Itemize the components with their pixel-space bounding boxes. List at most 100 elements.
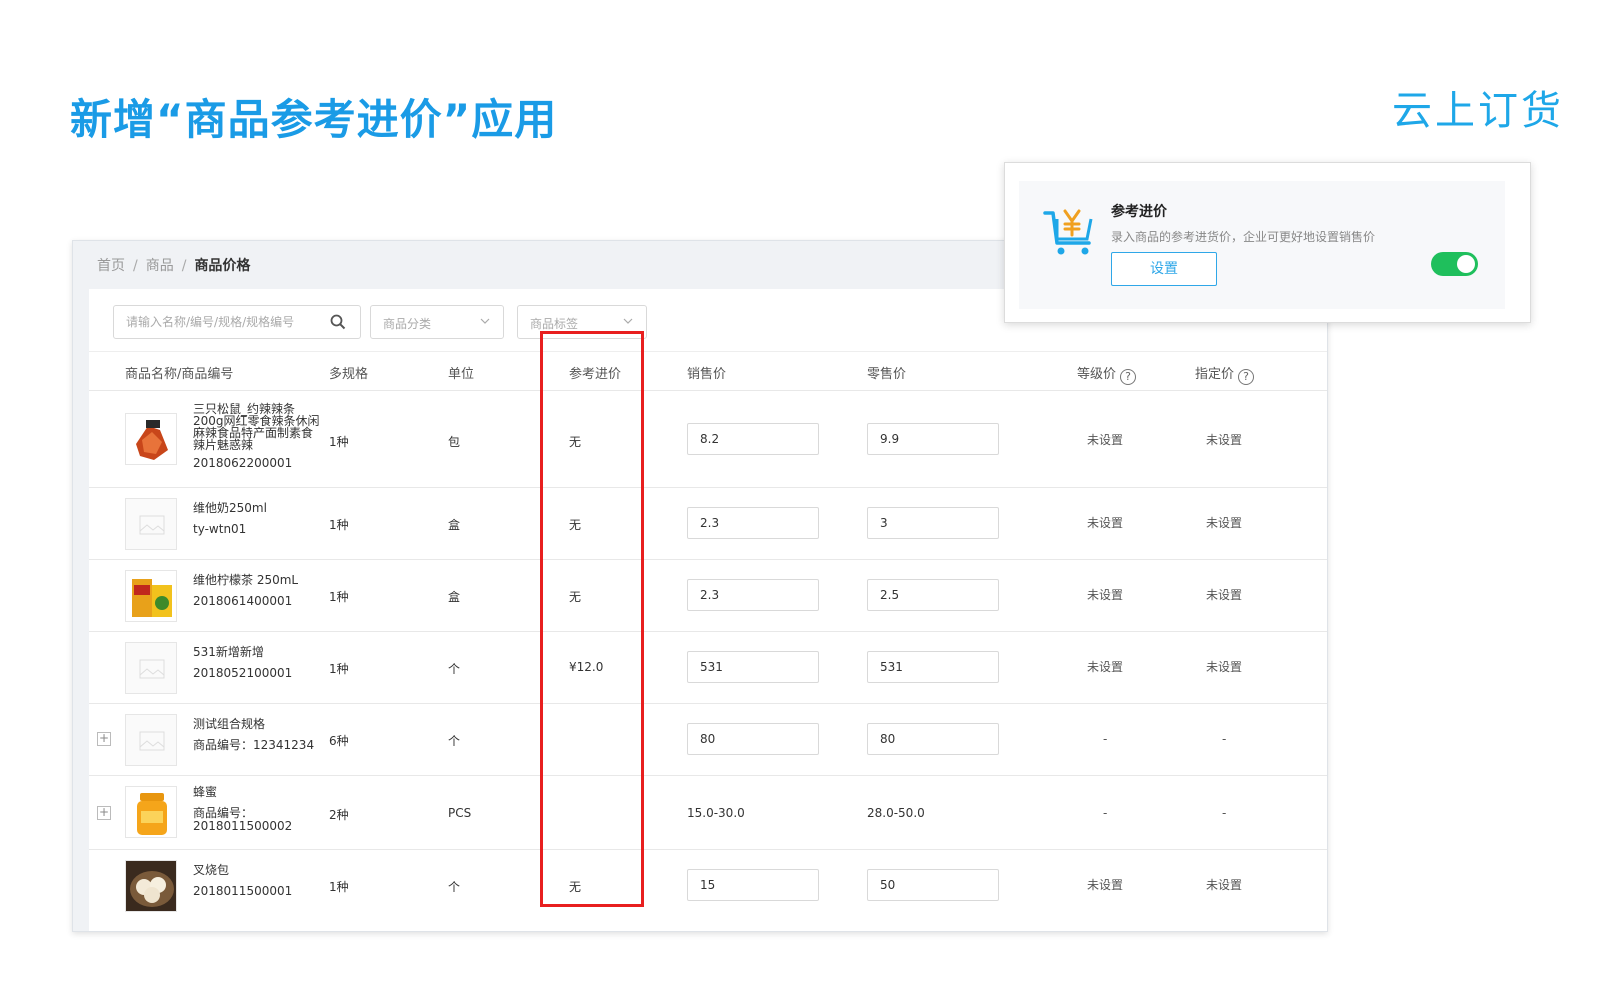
table-row: 531新增新增 2018052100001 1种 个 ¥12.0 未设置 未设置 xyxy=(89,632,1327,704)
sale-price-input[interactable] xyxy=(687,579,819,611)
product-thumbnail-bun xyxy=(125,860,177,912)
product-name: 维他奶250ml xyxy=(193,501,267,515)
breadcrumb-current: 商品价格 xyxy=(194,258,251,274)
sale-price-input[interactable] xyxy=(687,869,819,901)
ref-price-app-card: 参考进价 录入商品的参考进货价，企业可更好地设置销售价 设置 xyxy=(1004,162,1531,323)
product-name-block: 维他柠檬茶 250mL 2018061400001 xyxy=(193,574,323,608)
app-card-title: 参考进价 xyxy=(1111,204,1167,220)
assigned-price[interactable]: 未设置 xyxy=(1206,514,1242,531)
sale-price-range: 15.0-30.0 xyxy=(687,806,745,820)
tag-select[interactable]: 商品标签 xyxy=(517,305,647,339)
retail-price-input[interactable] xyxy=(867,507,999,539)
app-card-description: 录入商品的参考进货价，企业可更好地设置销售价 xyxy=(1111,230,1376,244)
column-header-assigned-price: 指定价? xyxy=(1195,363,1255,385)
expand-row-icon[interactable]: + xyxy=(97,806,111,820)
product-thumbnail-honey xyxy=(125,786,177,838)
product-code: 2018062200001 xyxy=(193,456,293,470)
table-row: + 蜂蜜 商品编号：2018011500002 2种 PCS 15.0-30.0… xyxy=(89,776,1327,850)
tag-select-placeholder: 商品标签 xyxy=(530,317,579,331)
level-price: - xyxy=(1103,732,1108,746)
product-name: 测试组合规格 xyxy=(193,717,266,731)
assigned-price[interactable]: 未设置 xyxy=(1206,876,1242,893)
column-header-level-price: 等级价? xyxy=(1077,363,1137,385)
retail-price-input[interactable] xyxy=(867,651,999,683)
spec-count: 1种 xyxy=(329,880,349,894)
table-row: 叉烧包 2018011500001 1种 个 无 未设置 未设置 xyxy=(89,850,1327,922)
enable-toggle[interactable] xyxy=(1431,252,1478,276)
level-price[interactable]: 未设置 xyxy=(1087,658,1123,675)
level-price[interactable]: 未设置 xyxy=(1087,586,1123,603)
assigned-price[interactable]: 未设置 xyxy=(1206,586,1242,603)
ref-price: 无 xyxy=(569,880,582,894)
sale-price-input[interactable] xyxy=(687,423,819,455)
product-code: 2018052100001 xyxy=(193,666,293,680)
product-code: 2018011500001 xyxy=(193,884,293,898)
spec-count: 1种 xyxy=(329,435,349,449)
breadcrumb-home[interactable]: 首页 xyxy=(97,258,125,274)
product-name-block: 维他奶250ml ty-wtn01 xyxy=(193,502,323,536)
sale-price-input[interactable] xyxy=(687,651,819,683)
product-name: 三只松鼠_约辣辣条200g网红零食辣条休闲麻辣食品特产面制素食辣片魅惑辣 xyxy=(193,402,320,452)
sale-price-input[interactable] xyxy=(687,507,819,539)
breadcrumb-products[interactable]: 商品 xyxy=(146,258,174,274)
expand-row-icon[interactable]: + xyxy=(97,732,111,746)
product-name: 叉烧包 xyxy=(193,863,230,877)
product-price-window: 首页/商品/商品价格 商品分类 商品标签 商品名称/商品编号 多规格 单位 参考… xyxy=(72,240,1328,932)
retail-price-input[interactable] xyxy=(867,723,999,755)
product-code: ty-wtn01 xyxy=(193,522,247,536)
column-header-unit: 单位 xyxy=(448,367,475,382)
unit: 包 xyxy=(448,435,461,449)
search-input[interactable] xyxy=(126,313,316,331)
retail-price-input[interactable] xyxy=(867,869,999,901)
unit: 盒 xyxy=(448,518,461,532)
spec-count: 2种 xyxy=(329,808,349,822)
category-select[interactable]: 商品分类 xyxy=(370,305,504,339)
category-select-placeholder: 商品分类 xyxy=(383,317,432,331)
spec-count: 1种 xyxy=(329,518,349,532)
ref-price: 无 xyxy=(569,518,582,532)
level-price[interactable]: 未设置 xyxy=(1087,431,1123,448)
table-row: 维他柠檬茶 250mL 2018061400001 1种 盒 无 未设置 未设置 xyxy=(89,560,1327,632)
level-price[interactable]: 未设置 xyxy=(1087,876,1123,893)
chevron-down-icon xyxy=(623,318,633,324)
unit: PCS xyxy=(448,806,472,820)
column-header-spec: 多规格 xyxy=(329,367,369,382)
level-price[interactable]: 未设置 xyxy=(1087,514,1123,531)
help-icon[interactable]: ? xyxy=(1238,369,1255,385)
level-price: - xyxy=(1103,806,1108,820)
brand-logo: 云上订货 xyxy=(1392,88,1564,134)
assigned-price: - xyxy=(1222,732,1227,746)
product-name: 531新增新增 xyxy=(193,645,264,659)
product-name-block: 531新增新增 2018052100001 xyxy=(193,646,323,680)
product-code: 商品编号：12341234 xyxy=(193,738,315,752)
retail-price-input[interactable] xyxy=(867,423,999,455)
settings-button[interactable]: 设置 xyxy=(1111,252,1217,286)
product-code: 商品编号：2018011500002 xyxy=(193,806,293,833)
product-thumbnail-placeholder xyxy=(125,714,177,766)
breadcrumb: 首页 / 商品 / 商品价格 xyxy=(97,258,251,274)
toggle-knob xyxy=(1457,255,1475,273)
column-header-ref-price: 参考进价 xyxy=(569,367,622,382)
ref-price: 无 xyxy=(569,590,582,604)
table-row: 三只松鼠_约辣辣条200g网红零食辣条休闲麻辣食品特产面制素食辣片魅惑辣 201… xyxy=(89,391,1327,488)
help-icon[interactable]: ? xyxy=(1120,369,1137,385)
retail-price-range: 28.0-50.0 xyxy=(867,806,925,820)
column-header-name: 商品名称/商品编号 xyxy=(125,367,234,382)
unit: 个 xyxy=(448,880,461,894)
product-name: 维他柠檬茶 250mL xyxy=(193,573,299,587)
spec-count: 1种 xyxy=(329,590,349,604)
table-header: 商品名称/商品编号 多规格 单位 参考进价 销售价 零售价 等级价? 指定价? xyxy=(89,351,1327,391)
sale-price-input[interactable] xyxy=(687,723,819,755)
product-name-block: 三只松鼠_约辣辣条200g网红零食辣条休闲麻辣食品特产面制素食辣片魅惑辣 201… xyxy=(193,403,323,470)
assigned-price: - xyxy=(1222,806,1227,820)
search-icon[interactable] xyxy=(330,314,346,330)
product-name: 蜂蜜 xyxy=(193,785,218,799)
product-thumbnail-placeholder xyxy=(125,642,177,694)
assigned-price[interactable]: 未设置 xyxy=(1206,431,1242,448)
product-name-block: 测试组合规格 商品编号：12341234 xyxy=(193,718,333,752)
assigned-price[interactable]: 未设置 xyxy=(1206,658,1242,675)
retail-price-input[interactable] xyxy=(867,579,999,611)
price-panel: 商品分类 商品标签 商品名称/商品编号 多规格 单位 参考进价 销售价 零售价 … xyxy=(89,289,1327,931)
app-card-body: 参考进价 录入商品的参考进货价，企业可更好地设置销售价 设置 xyxy=(1019,181,1505,309)
spec-count: 1种 xyxy=(329,662,349,676)
